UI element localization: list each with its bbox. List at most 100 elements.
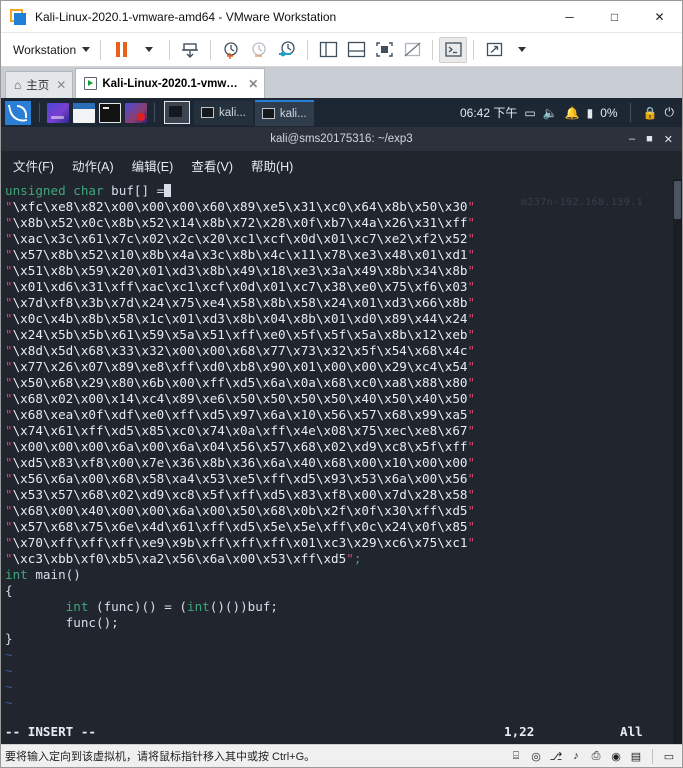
snapshot-revert-button[interactable] — [245, 37, 273, 63]
quote-open: " — [5, 215, 13, 230]
launcher-files[interactable] — [73, 102, 95, 123]
console-view-button[interactable] — [439, 36, 468, 63]
quote-open: " — [5, 519, 13, 534]
shellcode-text: \x77\x26\x07\x89\xe8\xff\xd0\xb8\x90\x01… — [12, 359, 468, 374]
code-line-shellcode: "\xd5\x83\xf8\x00\x7e\x36\x8b\x36\x6a\x4… — [5, 455, 682, 471]
launcher-metasploit[interactable] — [125, 102, 147, 123]
tray-notification-icon[interactable]: 🔔 — [565, 106, 580, 120]
show-library-button[interactable] — [314, 37, 342, 63]
tab-home[interactable]: ⌂ 主页 ✕ — [5, 71, 74, 98]
status-usb-icon[interactable]: ◉ — [609, 749, 623, 763]
code-line-shellcode: "\x53\x57\x68\x02\xd9\xc8\x5f\xff\xd5\x8… — [5, 487, 682, 503]
quote-close: " — [467, 359, 476, 374]
menu-help[interactable]: 帮助(H) — [251, 156, 293, 175]
terminal-scrollbar[interactable] — [673, 179, 682, 744]
tab-home-close-icon[interactable]: ✕ — [56, 78, 66, 92]
text-cursor — [164, 184, 172, 197]
suspend-button[interactable] — [176, 37, 204, 63]
quote-open: " — [5, 503, 13, 518]
vim-editor-buffer[interactable]: m237n-192.168.139.1 unsigned char buf[] … — [1, 179, 682, 744]
status-sound-icon[interactable]: ♪ — [569, 749, 583, 763]
code-line-shellcode: "\x7d\xf8\x3b\x7d\x24\x75\xe4\x58\x8b\x5… — [5, 295, 682, 311]
quote-open: " — [5, 487, 13, 502]
vmware-toolbar: Workstation — [1, 33, 682, 67]
workstation-menu-button[interactable]: Workstation — [7, 39, 94, 61]
code-line-shellcode: "\x74\x61\xff\xd5\x85\xc0\x74\x0a\xff\x4… — [5, 423, 682, 439]
minimize-button[interactable]: ─ — [547, 1, 592, 32]
toolbar-divider — [307, 39, 309, 60]
shellcode-text: \xac\x3c\x61\x7c\x02\x2c\x20\xc1\xcf\x0d… — [12, 231, 468, 246]
tab-kali-vm[interactable]: Kali-Linux-2020.1-vmwar... ✕ — [75, 68, 266, 98]
funcptr-tail: ()())buf; — [209, 599, 278, 614]
tray-battery-icon[interactable]: ▮ — [587, 106, 594, 120]
quote-open: " — [5, 247, 13, 262]
pause-button[interactable] — [107, 37, 135, 63]
code-line-funccall: func(); — [5, 615, 119, 630]
maximize-button[interactable]: □ — [592, 1, 637, 32]
status-harddisk-icon[interactable]: ⌸ — [509, 749, 523, 763]
quote-open: " — [5, 471, 13, 486]
snapshot-manager-button[interactable] — [273, 37, 301, 63]
shellcode-text: \x51\x8b\x59\x20\x01\xd3\x8b\x49\x18\xe3… — [12, 263, 468, 278]
code-line-shellcode: "\xfc\xe8\x82\x00\x00\x00\x60\x89\xe5\x3… — [5, 199, 682, 215]
fullscreen-button[interactable] — [370, 37, 398, 63]
status-cdrom-icon[interactable]: ◎ — [529, 749, 543, 763]
tray-display-icon[interactable]: ▭ — [524, 106, 535, 120]
stretch-button[interactable] — [480, 37, 508, 63]
menu-actions[interactable]: 动作(A) — [72, 156, 114, 175]
close-button[interactable]: ✕ — [637, 1, 682, 32]
tray-logout-icon[interactable]: ⏻ — [665, 105, 675, 120]
tray-lock-icon[interactable]: 🔒 — [643, 106, 658, 120]
menu-edit[interactable]: 编辑(E) — [132, 156, 174, 175]
code-line-declaration: unsigned char buf[] = — [5, 183, 682, 199]
snapshot-take-button[interactable] — [217, 37, 245, 63]
launcher-firefox[interactable] — [47, 102, 69, 123]
clock[interactable]: 06:42 下午 — [460, 104, 517, 121]
terminal-scrollbar-thumb[interactable] — [674, 181, 681, 219]
status-network-icon[interactable]: ⎇ — [549, 749, 563, 763]
code-line-shellcode: "\x01\xd6\x31\xff\xac\xc1\xcf\x0d\x01\xc… — [5, 279, 682, 295]
terminal-minimize-icon[interactable]: – — [629, 133, 635, 146]
code-line-shellcode: "\x68\x00\x40\x00\x00\x6a\x00\x50\x68\x0… — [5, 503, 682, 519]
quote-open: " — [5, 439, 13, 454]
show-thumbnails-button[interactable] — [342, 37, 370, 63]
terminal-maximize-icon[interactable]: ■ — [646, 133, 653, 146]
code-line-shellcode: "\x0c\x4b\x8b\x58\x1c\x01\xd3\x8b\x04\x8… — [5, 311, 682, 327]
kali-top-panel: kali... kali... 06:42 下午 ▭ 🔈 🔔 ▮ 0% 🔒 ⏻ — [1, 98, 682, 127]
status-removable-icon[interactable]: ▤ — [629, 749, 643, 763]
vmware-workstation-window: Kali-Linux-2020.1-vmware-amd64 - VMware … — [0, 0, 683, 768]
toolbar-divider — [473, 39, 475, 60]
stretch-dropdown[interactable] — [508, 37, 536, 63]
current-window-button[interactable] — [164, 101, 190, 124]
terminal-close-icon[interactable]: ✕ — [664, 133, 673, 146]
unity-button[interactable] — [398, 37, 426, 63]
launcher-terminal[interactable] — [99, 102, 121, 123]
tab-home-label: 主页 — [26, 80, 50, 92]
kali-dragon-icon[interactable] — [5, 100, 31, 125]
status-printer-icon[interactable]: ⎙ — [589, 749, 603, 763]
chevron-down-icon — [82, 47, 91, 52]
code-line-shellcode: "\x24\x5b\x5b\x61\x59\x5a\x51\xff\xe0\x5… — [5, 327, 682, 343]
vim-empty-line: ~ — [5, 679, 13, 694]
taskbar-item-1[interactable]: kali... — [254, 99, 314, 126]
window-title: Kali-Linux-2020.1-vmware-amd64 - VMware … — [35, 9, 337, 24]
keyword-int-3: int — [187, 599, 210, 614]
menu-file[interactable]: 文件(F) — [13, 156, 54, 175]
vim-empty-line: ~ — [5, 647, 13, 662]
quote-open: " — [5, 343, 13, 358]
pause-dropdown[interactable] — [135, 37, 163, 63]
code-line-shellcode: "\x51\x8b\x59\x20\x01\xd3\x8b\x49\x18\xe… — [5, 263, 682, 279]
status-message-icon[interactable]: ▭ — [662, 749, 676, 763]
tab-kali-vm-close-icon[interactable]: ✕ — [248, 77, 258, 91]
tray-volume-icon[interactable]: 🔈 — [543, 106, 558, 120]
code-line-shellcode: "\x8b\x52\x0c\x8b\x52\x14\x8b\x72\x28\x0… — [5, 215, 682, 231]
taskbar-item-0[interactable]: kali... — [194, 100, 253, 125]
menu-view[interactable]: 查看(V) — [191, 156, 233, 175]
quote-open: " — [5, 199, 13, 214]
kali-system-tray: 06:42 下午 ▭ 🔈 🔔 ▮ 0% 🔒 ⏻ — [460, 103, 678, 122]
quote-open: " — [5, 407, 13, 422]
toolbar-divider — [210, 39, 212, 60]
keyword-int-2: int — [65, 599, 89, 614]
vim-empty-line: ~ — [5, 663, 13, 678]
shellcode-text: \x56\x6a\x00\x68\x58\xa4\x53\xe5\xff\xd5… — [12, 471, 468, 486]
